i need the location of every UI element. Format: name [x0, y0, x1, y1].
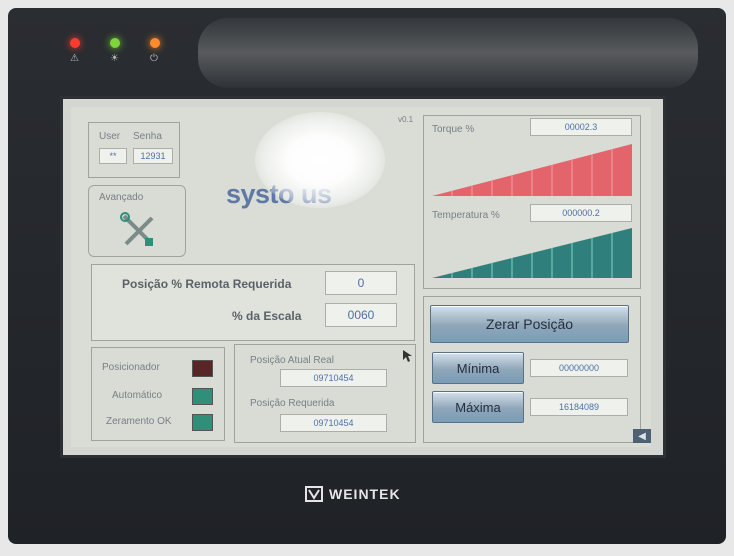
controls-panel: Zerar Posição Mínima 00000000 Máxima 161… — [423, 296, 641, 443]
minimum-button[interactable]: Mínima — [432, 352, 524, 384]
cpu-icon: ⏻ — [150, 53, 158, 64]
gauges-panel: Torque % 00002.3 Temperatura % 000000.2 — [423, 115, 641, 289]
power-led — [110, 38, 120, 48]
automatic-label: Automático — [112, 390, 163, 401]
required-position-field: 09710454 — [280, 414, 387, 432]
maximum-button[interactable]: Máxima — [432, 391, 524, 423]
weintek-brand: WEINTEK — [305, 486, 401, 502]
zeroing-ok-label: Zeramento OK — [106, 416, 172, 427]
minimum-field: 00000000 — [530, 359, 628, 377]
advanced-panel[interactable]: Avançado — [88, 185, 186, 257]
cpu-led — [150, 38, 160, 48]
required-position-label: Posição Requerida — [250, 398, 335, 409]
temperature-bar — [432, 228, 632, 278]
positioner-label: Posicionador — [102, 362, 160, 373]
remote-position-label: Posição % Remota Requerida — [122, 277, 292, 291]
torque-bar — [432, 144, 632, 196]
network-icon: ⚠ — [70, 53, 79, 64]
maximum-field: 16184089 — [530, 398, 628, 416]
login-panel: User Senha ** 12931 — [88, 122, 180, 178]
automatic-indicator — [192, 388, 213, 405]
password-field[interactable]: 12931 — [133, 148, 173, 164]
plastic-glare — [198, 18, 698, 88]
network-led — [70, 38, 80, 48]
camera-flash-glare — [255, 112, 385, 208]
positioner-indicator — [192, 360, 213, 377]
advanced-label: Avançado — [99, 192, 144, 203]
actual-position-field: 09710454 — [280, 369, 387, 387]
brand-name: WEINTEK — [329, 486, 401, 502]
zeroing-ok-indicator — [192, 414, 213, 431]
tools-icon — [120, 212, 154, 246]
cursor-icon — [403, 350, 412, 362]
user-field[interactable]: ** — [99, 148, 127, 164]
weintek-logo-icon — [305, 486, 323, 502]
status-panel: Posicionador Automático Zeramento OK — [91, 347, 225, 441]
password-label: Senha — [133, 131, 162, 142]
torque-field: 00002.3 — [530, 118, 632, 136]
scale-label: % da Escala — [232, 309, 302, 323]
temperature-label: Temperatura % — [432, 210, 500, 221]
version-label: v0.1 — [398, 115, 414, 124]
device-bezel: ⚠ ☀ ⏻ User Senha ** 12931 Avançado v0.1 … — [8, 8, 726, 544]
remote-position-panel: Posição % Remota Requerida 0 % da Escala… — [91, 264, 415, 341]
torque-label: Torque % — [432, 124, 475, 135]
actual-position-label: Posição Atual Real — [250, 355, 334, 366]
positions-panel: Posição Atual Real 09710454 Posição Requ… — [234, 344, 416, 443]
remote-position-field[interactable]: 0 — [325, 271, 397, 295]
temperature-field: 000000.2 — [530, 204, 632, 222]
zero-position-button[interactable]: Zerar Posição — [430, 305, 629, 343]
power-icon: ☀ — [110, 53, 119, 64]
user-label: User — [99, 131, 121, 142]
back-icon[interactable]: ◀ — [633, 429, 651, 443]
scale-field[interactable]: 0060 — [325, 303, 397, 327]
